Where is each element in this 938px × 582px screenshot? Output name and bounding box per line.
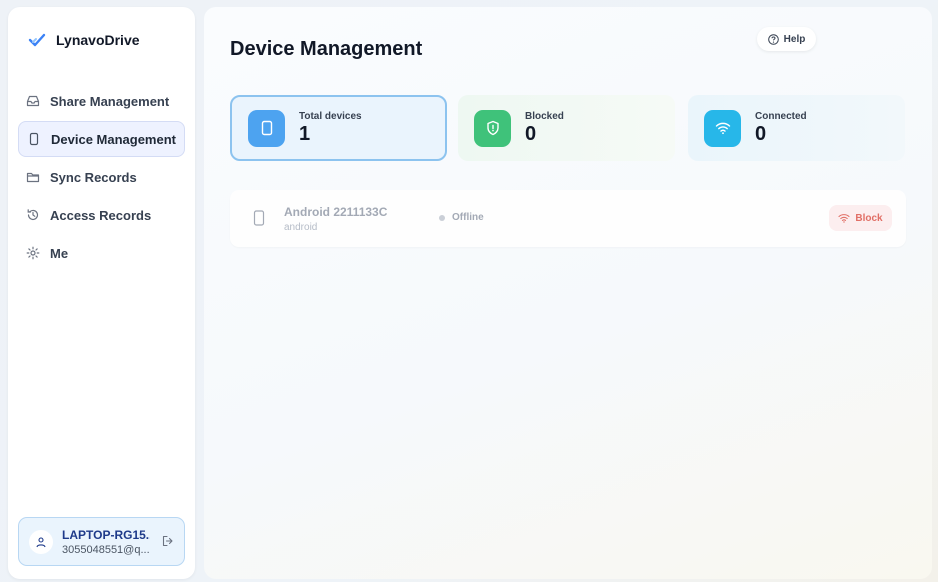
- wifi-icon: [838, 213, 850, 223]
- stat-value: 1: [299, 123, 311, 145]
- user-name: LAPTOP-RG15...: [62, 527, 150, 542]
- block-label: Block: [855, 212, 883, 224]
- sidebar-item-me[interactable]: Me: [18, 235, 185, 271]
- history-icon: [26, 208, 40, 222]
- stat-label: Blocked: [525, 111, 564, 122]
- sidebar-item-label: Sync Records: [50, 169, 137, 185]
- stat-card-blocked[interactable]: Blocked 0: [458, 95, 675, 161]
- stat-card-total-devices[interactable]: Total devices 1: [230, 95, 447, 161]
- sidebar-item-share-management[interactable]: Share Management: [18, 83, 185, 119]
- main-content: Device Management Help Total devices 1 B…: [204, 7, 932, 579]
- page-title: Device Management: [230, 38, 423, 60]
- stat-text: Connected 0: [755, 111, 807, 145]
- block-button[interactable]: Block: [829, 205, 892, 231]
- status-dot: [439, 214, 445, 221]
- sidebar: LynavoDrive Share Management Device Mana…: [8, 7, 195, 579]
- shield-icon: [474, 109, 511, 147]
- phone-icon: [252, 210, 266, 226]
- sidebar-item-access-records[interactable]: Access Records: [18, 197, 185, 233]
- gear-icon: [26, 246, 40, 260]
- help-circle-icon: [767, 33, 779, 45]
- sidebar-item-sync-records[interactable]: Sync Records: [18, 159, 185, 195]
- avatar: [29, 529, 53, 554]
- help-button[interactable]: Help: [757, 27, 816, 51]
- user-info: LAPTOP-RG15... 3055048551@q...: [62, 528, 150, 556]
- sidebar-item-label: Device Management: [51, 131, 176, 147]
- stat-text: Blocked 0: [525, 111, 564, 145]
- folder-icon: [26, 170, 40, 184]
- logout-icon[interactable]: [161, 534, 177, 550]
- sidebar-item-device-management[interactable]: Device Management: [18, 121, 185, 157]
- sidebar-item-label: Access Records: [50, 207, 152, 223]
- status-label: Offline: [452, 212, 484, 223]
- device-status: Offline: [439, 212, 484, 223]
- inbox-icon: [26, 94, 40, 108]
- app-name: LynavoDrive: [56, 32, 140, 48]
- stat-label: Connected: [755, 111, 807, 122]
- user-card[interactable]: LAPTOP-RG15... 3055048551@q...: [18, 517, 185, 566]
- stat-text: Total devices 1: [299, 111, 362, 145]
- stat-value: 0: [755, 123, 767, 145]
- device-name: Android 2211133C: [284, 205, 388, 219]
- checkmark-logo-icon: [28, 31, 46, 49]
- user-email: 3055048551@q...: [62, 543, 150, 556]
- help-label: Help: [783, 33, 806, 45]
- user-icon: [36, 536, 46, 547]
- stat-card-connected[interactable]: Connected 0: [688, 95, 905, 161]
- stat-label: Total devices: [299, 111, 362, 122]
- device-os: android: [284, 222, 318, 233]
- stat-value: 0: [525, 123, 537, 145]
- phone-icon: [27, 132, 41, 146]
- brand: LynavoDrive: [28, 31, 140, 49]
- sidebar-item-label: Share Management: [50, 93, 170, 109]
- wifi-icon: [704, 109, 741, 147]
- app-window: LynavoDrive Share Management Device Mana…: [0, 0, 938, 582]
- phone-icon: [248, 109, 285, 147]
- sidebar-nav: Share Management Device Management Sync …: [18, 83, 185, 273]
- device-row[interactable]: Android 2211133C android Offline Block: [230, 190, 906, 247]
- sidebar-item-label: Me: [50, 245, 69, 261]
